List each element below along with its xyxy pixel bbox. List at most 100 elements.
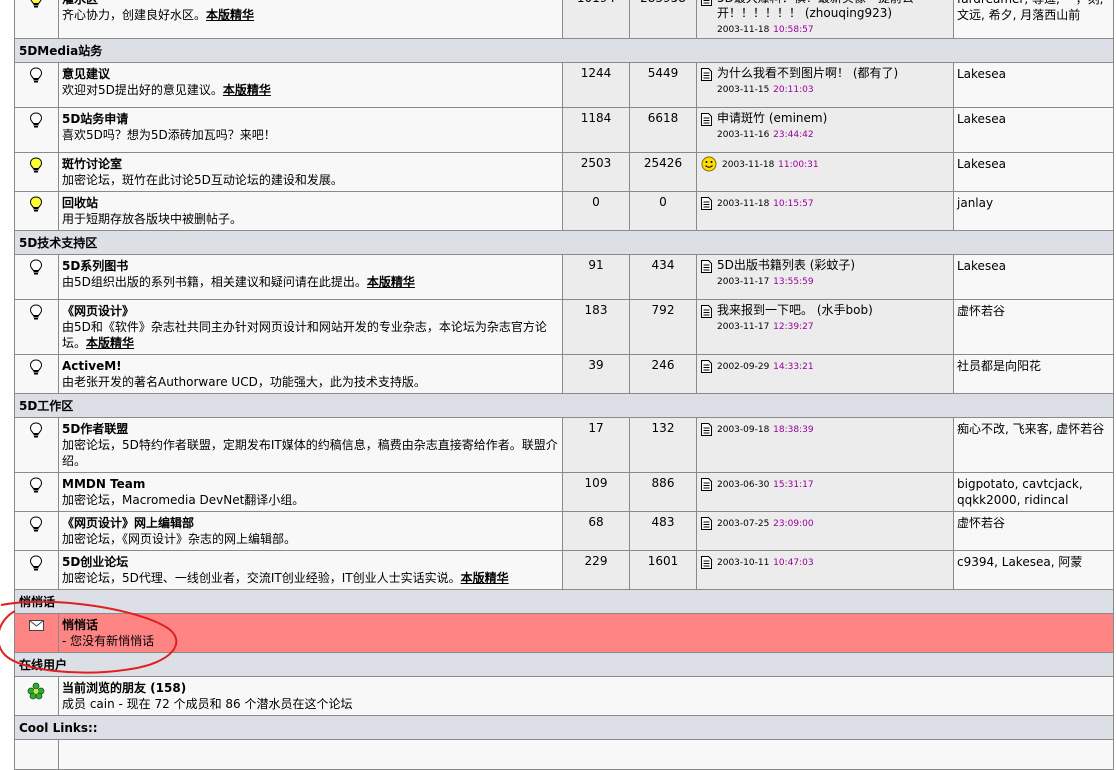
- document-icon[interactable]: [701, 476, 712, 494]
- last-post-time: 13:55:59: [773, 277, 814, 287]
- document-icon[interactable]: [701, 195, 712, 213]
- moderators[interactable]: Lakesea: [954, 63, 1113, 107]
- moderators[interactable]: Lakesea: [954, 153, 1113, 191]
- essence-link[interactable]: 本版精华: [461, 571, 509, 585]
- forum-name-link[interactable]: 回收站: [62, 195, 559, 211]
- online-users-icon: [27, 682, 45, 703]
- forum-description: 齐心协力，创建良好水区。: [62, 8, 207, 22]
- moderators[interactable]: 虚怀若谷: [954, 300, 1113, 354]
- post-count: 434: [630, 255, 697, 299]
- last-post-title[interactable]: 5D最大爆料：慎！最新实像一提前公开！！！！！！ (zhouqing923): [717, 0, 950, 21]
- document-icon[interactable]: [701, 515, 712, 533]
- essence-link[interactable]: 本版精华: [206, 8, 254, 22]
- essence-link[interactable]: 本版精华: [86, 336, 134, 350]
- forum-row: 回收站 用于短期存放各版块中被删帖子。 0 0 2003-11-18 10:15…: [14, 192, 1114, 231]
- forum-info-cell: 灌水区 齐心协力，创建良好水区。本版精华: [59, 0, 563, 38]
- forum-name-link[interactable]: 5D作者联盟: [62, 421, 559, 437]
- essence-link[interactable]: 本版精华: [367, 275, 415, 289]
- forum-info-cell: MMDN Team 加密论坛，Macromedia DevNet翻译小组。: [59, 473, 563, 511]
- forum-name-link[interactable]: 斑竹讨论室: [62, 156, 559, 172]
- topic-count: 1244: [563, 63, 630, 107]
- lightbulb-icon: [29, 259, 43, 279]
- online-title: 当前浏览的朋友 (158): [62, 681, 187, 695]
- topic-count: 0: [563, 192, 630, 230]
- document-icon[interactable]: [701, 421, 712, 439]
- category-header[interactable]: 5D技术支持区: [14, 231, 1114, 255]
- document-icon[interactable]: [701, 111, 712, 143]
- post-count: 283958: [630, 0, 697, 38]
- lightbulb-new-icon: [29, 0, 43, 12]
- document-icon[interactable]: [701, 303, 712, 335]
- topic-count: 1184: [563, 108, 630, 152]
- topic-count: 68: [563, 512, 630, 550]
- document-icon[interactable]: [701, 554, 712, 572]
- document-icon[interactable]: [701, 358, 712, 376]
- last-post-title[interactable]: 5D出版书籍列表 (彩蚊子): [717, 258, 855, 273]
- forum-status-cell: [15, 108, 59, 152]
- forum-status-cell: [15, 418, 59, 472]
- forum-name-link[interactable]: 5D站务申请: [62, 111, 559, 127]
- document-icon[interactable]: [701, 258, 712, 290]
- last-post-time: 23:09:00: [773, 519, 814, 529]
- forum-info-cell: 《网页设计》网上编辑部 加密论坛，《网页设计》杂志的网上编辑部。: [59, 512, 563, 550]
- last-post-date: 2003-11-15: [717, 85, 770, 95]
- last-post-cell: 2003-11-18 11:00:31: [697, 153, 954, 191]
- pm-section-header: 悄悄话: [14, 590, 1114, 614]
- forum-row: 《网页设计》 由5D和《软件》杂志社共同主办针对网页设计和网站开发的专业杂志，本…: [14, 300, 1114, 355]
- forum-info-cell: 斑竹讨论室 加密论坛，斑竹在此讨论5D互动论坛的建设和发展。: [59, 153, 563, 191]
- moderators[interactable]: 社员都是向阳花: [954, 355, 1113, 393]
- category-header[interactable]: 5DMedia站务: [14, 39, 1114, 63]
- forum-name-link[interactable]: 《网页设计》: [62, 303, 559, 319]
- moderators[interactable]: 虚怀若谷: [954, 512, 1113, 550]
- online-row: 当前浏览的朋友 (158) 成员 cain - 现在 72 个成员和 86 个潜…: [14, 677, 1114, 716]
- cool-links-header: Cool Links::: [14, 716, 1114, 740]
- forum-name-link[interactable]: ActiveM!: [62, 358, 559, 374]
- forum-name-link[interactable]: MMDN Team: [62, 476, 559, 492]
- lightbulb-icon: [29, 359, 43, 379]
- pm-title[interactable]: 悄悄话: [62, 617, 1110, 633]
- forum-name-link[interactable]: 意见建议: [62, 66, 559, 82]
- last-post-title[interactable]: 为什么我看不到图片啊！ (都有了): [717, 66, 898, 81]
- forum-description: 加密论坛，5D特约作者联盟，定期发布IT媒体的约稿信息，稿费由杂志直接寄给作者。…: [62, 438, 558, 468]
- forum-name-link[interactable]: 5D创业论坛: [62, 554, 559, 570]
- last-post-title[interactable]: 申请斑竹 (eminem): [717, 111, 827, 126]
- online-icon-cell: [15, 677, 59, 715]
- lightbulb-icon: [29, 555, 43, 575]
- forum-row: 《网页设计》网上编辑部 加密论坛，《网页设计》杂志的网上编辑部。 68 483 …: [14, 512, 1114, 551]
- moderators[interactable]: Lakesea: [954, 108, 1113, 152]
- last-post-date: 2003-06-30: [717, 480, 770, 490]
- links-icon-cell: [15, 740, 59, 769]
- last-post-date: 2003-07-25: [717, 519, 770, 529]
- moderators[interactable]: c9394, Lakesea, 阿蒙: [954, 551, 1113, 589]
- lightbulb-new-icon: [29, 196, 43, 216]
- last-post-date: 2003-11-16: [717, 130, 770, 140]
- essence-link[interactable]: 本版精华: [223, 83, 271, 97]
- forum-info-cell: 回收站 用于短期存放各版块中被删帖子。: [59, 192, 563, 230]
- forum-status-cell: [15, 512, 59, 550]
- forum-name-link[interactable]: 灌水区: [62, 0, 559, 7]
- forum-info-cell: ActiveM! 由老张开发的著名Authorware UCD，功能强大，此为技…: [59, 355, 563, 393]
- forum-description: 用于短期存放各版块中被删帖子。: [62, 212, 243, 226]
- moderators[interactable]: bigpotato, cavtcjack, qqkk2000, ridincal: [954, 473, 1113, 511]
- forum-info-cell: 5D系列图书 由5D组织出版的系列书籍，相关建议和疑问请在此提出。本版精华: [59, 255, 563, 299]
- category-header[interactable]: 5D工作区: [14, 394, 1114, 418]
- forum-name-link[interactable]: 5D系列图书: [62, 258, 559, 274]
- last-post-title[interactable]: 我来报到一下吧。 (水手bob): [717, 303, 873, 318]
- post-count: 132: [630, 418, 697, 472]
- last-post-date: 2003-09-18: [717, 425, 770, 435]
- moderators[interactable]: janlay: [954, 192, 1113, 230]
- online-info-cell: 当前浏览的朋友 (158) 成员 cain - 现在 72 个成员和 86 个潜…: [59, 677, 1113, 715]
- forum-status-cell: [15, 0, 59, 38]
- last-post-date: 2002-09-29: [717, 362, 770, 372]
- moderators[interactable]: Lakesea: [954, 255, 1113, 299]
- post-count: 483: [630, 512, 697, 550]
- last-post-date: 2003-11-18: [717, 199, 770, 209]
- moderators[interactable]: 痴心不改, 飞来客, 虚怀若谷: [954, 418, 1113, 472]
- document-icon[interactable]: [701, 66, 712, 98]
- forum-row: 斑竹讨论室 加密论坛，斑竹在此讨论5D互动论坛的建设和发展。 2503 2542…: [14, 153, 1114, 192]
- topic-count: 10194: [563, 0, 630, 38]
- moderators[interactable]: fardreamer, 尊逗, 一，刻, 文远, 希夕, 月落西山前: [954, 0, 1113, 38]
- document-icon[interactable]: [701, 0, 712, 38]
- forum-name-link[interactable]: 《网页设计》网上编辑部: [62, 515, 559, 531]
- online-detail: 成员 cain - 现在 72 个成员和 86 个潜水员在这个论坛: [62, 697, 353, 711]
